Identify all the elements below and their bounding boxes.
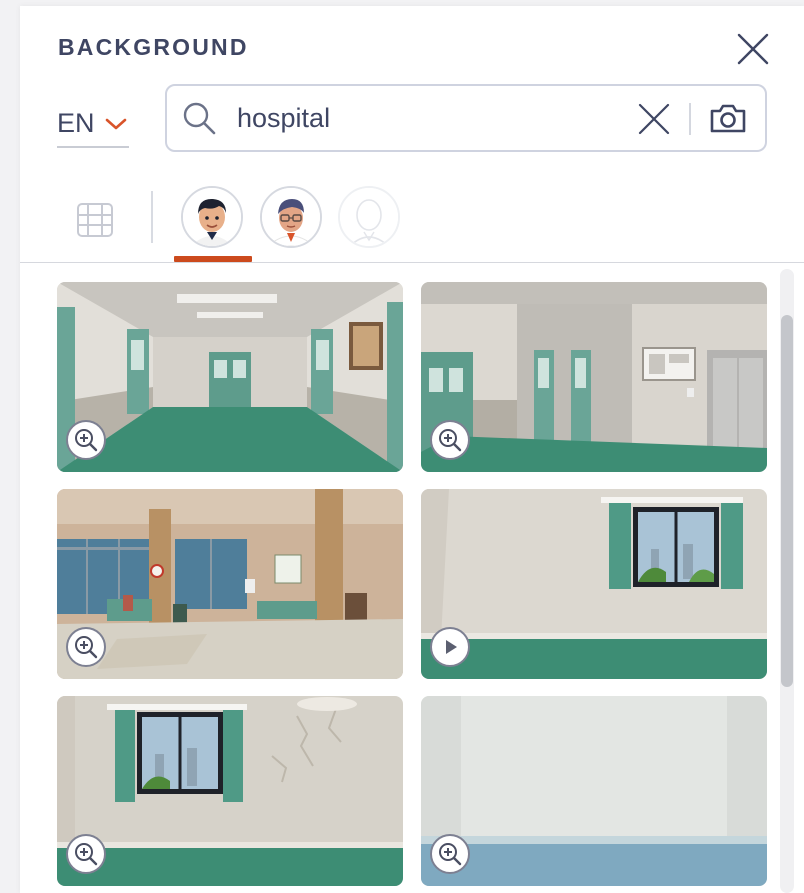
empty-room-blue-floor-image — [421, 696, 767, 886]
language-label: EN — [57, 107, 95, 138]
search-input[interactable] — [237, 98, 617, 138]
panel-title: BACKGROUND — [58, 34, 249, 60]
background-thumb-empty-room-blue-floor[interactable] — [421, 696, 767, 886]
hospital-corridor-image — [57, 282, 403, 472]
background-thumb-hospital-corridor[interactable] — [57, 282, 403, 472]
zoom-in-button[interactable] — [430, 834, 470, 874]
close-button[interactable] — [730, 26, 776, 72]
zoom-in-icon — [75, 429, 98, 452]
play-icon — [446, 640, 457, 654]
zoom-in-button[interactable] — [66, 834, 106, 874]
zoom-in-button[interactable] — [430, 420, 470, 460]
background-panel: BACKGROUND EN — [20, 6, 804, 893]
avatar-young-man-icon — [183, 188, 241, 246]
search-icon — [183, 102, 216, 135]
zoom-in-icon — [75, 843, 98, 866]
background-thumb-hospital-room-window-cracked[interactable] — [57, 696, 403, 886]
avatar-filter-man-glasses[interactable] — [260, 186, 322, 248]
hospital-hallway-elevator-image — [421, 282, 767, 472]
hospital-room-window-image — [421, 489, 767, 679]
hospital-room-window-cracked-image — [57, 696, 403, 886]
zoom-in-icon — [439, 429, 462, 452]
results-scrollbar[interactable] — [780, 269, 794, 893]
search-box — [165, 84, 767, 152]
avatar-filter-young-man[interactable] — [181, 186, 243, 248]
search-divider — [689, 103, 691, 135]
filter-bar — [20, 186, 804, 264]
hospital-waiting-room-image — [57, 489, 403, 679]
zoom-in-icon — [75, 636, 98, 659]
background-thumb-hospital-hallway-elevator[interactable] — [421, 282, 767, 472]
background-thumb-hospital-room-window[interactable] — [421, 489, 767, 679]
language-select[interactable]: EN — [57, 100, 129, 148]
zoom-in-button[interactable] — [66, 420, 106, 460]
scrollbar-thumb[interactable] — [781, 315, 793, 687]
header-divider — [20, 262, 804, 263]
chevron-down-icon — [105, 118, 126, 130]
clear-search-icon[interactable] — [635, 100, 673, 138]
play-button[interactable] — [430, 627, 470, 667]
zoom-in-icon — [439, 843, 462, 866]
grid-icon[interactable] — [75, 200, 115, 240]
close-icon — [737, 33, 769, 65]
avatar-filter-blank[interactable] — [338, 186, 400, 248]
filter-divider — [151, 191, 153, 243]
avatar-man-glasses-icon — [262, 188, 320, 246]
background-thumb-hospital-waiting-room[interactable] — [57, 489, 403, 679]
avatar-blank-icon — [340, 188, 398, 246]
zoom-in-button[interactable] — [66, 627, 106, 667]
camera-icon[interactable] — [707, 98, 749, 138]
